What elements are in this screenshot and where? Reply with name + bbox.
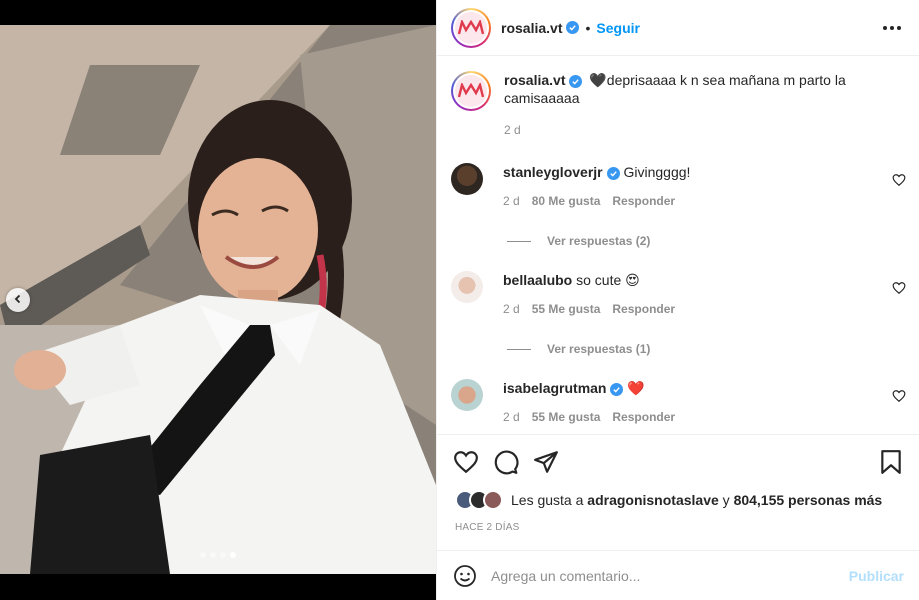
likes-middle: y (722, 492, 730, 508)
likes-summary: Les gusta a adragonisnotaslave y 804,155… (455, 490, 882, 510)
post-side-panel: rosalia.vt • Seguir rosalia.vt 🖤deprisaa… (436, 0, 919, 600)
bookmark-icon[interactable] (878, 449, 904, 475)
heart-icon[interactable] (892, 173, 906, 187)
heart-icon[interactable] (892, 389, 906, 403)
publish-button[interactable]: Publicar (849, 568, 904, 584)
verified-badge-icon (606, 167, 620, 180)
comment-likes[interactable]: 55 Me gusta (532, 302, 601, 316)
carousel-dot (210, 552, 216, 558)
comment-likes[interactable]: 80 Me gusta (532, 194, 601, 208)
heart-icon[interactable] (892, 281, 906, 295)
commenter-avatar[interactable] (451, 379, 483, 411)
caption-age: 2 d (504, 123, 521, 137)
comment-age: 2 d (503, 194, 520, 208)
comment-username[interactable]: bellaalubo (503, 272, 572, 288)
verified-badge-icon (569, 75, 583, 88)
author-logo (455, 11, 487, 44)
comment-text: so cute 😍 (576, 272, 640, 288)
comment-item: stanleygloverjr Givingggg! 2 d 80 Me gus… (437, 163, 919, 208)
chevron-left-icon (13, 291, 23, 309)
author-username[interactable]: rosalia.vt (501, 20, 562, 36)
view-replies-button[interactable]: Ver respuestas (1) (507, 342, 650, 356)
post-actions-bar (437, 434, 919, 492)
caption: rosalia.vt 🖤deprisaaaa k n sea mañana m … (437, 57, 919, 139)
reply-button[interactable]: Responder (612, 410, 675, 424)
commenter-avatar[interactable] (451, 271, 483, 303)
carousel-dot (220, 552, 226, 558)
comment-text: Givingggg! (623, 164, 691, 180)
comment-input[interactable] (491, 567, 849, 584)
post-media-panel (0, 0, 436, 600)
emoji-icon[interactable] (453, 564, 477, 588)
separator-bullet: • (585, 19, 591, 36)
post-header: rosalia.vt • Seguir (437, 0, 919, 56)
comment-username[interactable]: isabelagrutman (503, 380, 606, 396)
post-photo[interactable] (0, 25, 436, 574)
carousel-indicator (0, 552, 436, 558)
comment-text: ❤️ (627, 380, 645, 396)
carousel-prev-button[interactable] (6, 288, 30, 312)
likes-prefix: Les gusta a (511, 492, 584, 508)
instagram-post-modal: rosalia.vt • Seguir rosalia.vt 🖤deprisaa… (0, 0, 919, 600)
view-replies-button[interactable]: Ver respuestas (2) (507, 234, 650, 248)
likes-count-link[interactable]: 804,155 personas más (734, 492, 883, 508)
comments-list[interactable]: rosalia.vt 🖤deprisaaaa k n sea mañana m … (437, 57, 919, 434)
more-options-icon[interactable] (879, 22, 905, 34)
verified-badge-icon (566, 21, 580, 34)
comment-item: isabelagrutman ❤️ 2 d 55 Me gusta Respon… (437, 379, 919, 424)
heart-icon[interactable] (453, 449, 479, 475)
caption-username[interactable]: rosalia.vt (504, 72, 565, 88)
comment-composer: Publicar (437, 550, 919, 600)
comment-username[interactable]: stanleygloverjr (503, 164, 603, 180)
carousel-dot (200, 552, 206, 558)
share-icon[interactable] (533, 449, 559, 475)
carousel-dot-active (230, 552, 236, 558)
commenter-avatar[interactable] (451, 163, 483, 195)
comment-item: bellaalubo so cute 😍 2 d 55 Me gusta Res… (437, 271, 919, 316)
verified-badge-icon (610, 383, 624, 396)
reply-button[interactable]: Responder (612, 194, 675, 208)
post-timestamp: HACE 2 DÍAS (455, 522, 520, 533)
follow-button[interactable]: Seguir (596, 20, 640, 36)
likes-user-link[interactable]: adragonisnotaslave (587, 492, 719, 508)
comment-icon[interactable] (493, 449, 519, 475)
author-avatar[interactable] (451, 7, 491, 48)
comment-age: 2 d (503, 302, 520, 316)
caption-avatar[interactable] (451, 71, 491, 111)
comment-likes[interactable]: 55 Me gusta (532, 410, 601, 424)
liker-avatars[interactable] (455, 490, 503, 510)
comment-age: 2 d (503, 410, 520, 424)
reply-button[interactable]: Responder (612, 302, 675, 316)
